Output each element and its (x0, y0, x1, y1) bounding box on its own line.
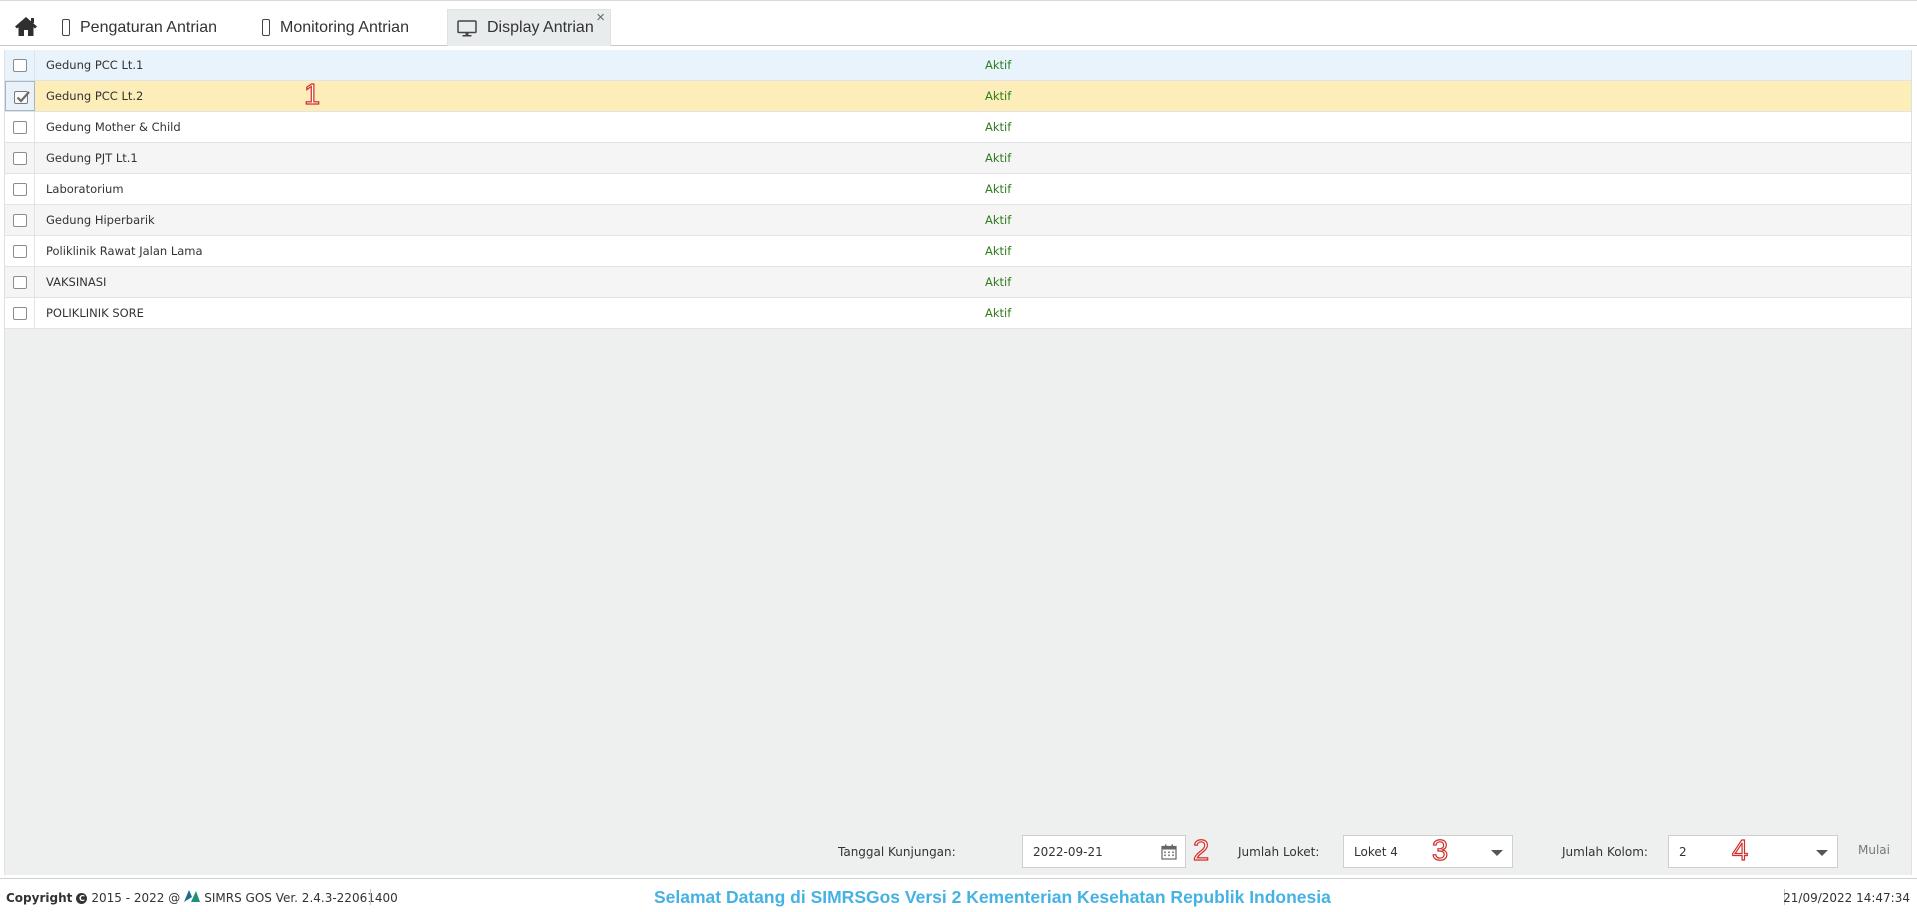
annotation-marker-4: 4 (1731, 835, 1749, 867)
row-checkbox[interactable] (13, 214, 27, 227)
table-row[interactable]: POLIKLINIK SORE Aktif (5, 298, 1911, 329)
annotation-marker-3: 3 (1431, 835, 1449, 867)
app-window: Pengaturan Antrian Monitoring Antrian Di… (0, 0, 1917, 912)
checkmark-icon (16, 91, 30, 103)
status-text: Aktif (985, 306, 1012, 320)
grid-rows: Gedung PCC Lt.1 Aktif Gedung PCC Lt.2 Ak… (5, 50, 1911, 329)
row-checkbox-cell (5, 81, 35, 111)
row-checkbox-cell (5, 174, 35, 204)
row-checkbox[interactable] (13, 183, 27, 196)
home-icon (15, 17, 37, 36)
row-checkbox[interactable] (13, 276, 27, 289)
row-checkbox[interactable] (13, 152, 27, 165)
divider (370, 889, 371, 905)
row-checkbox[interactable] (14, 91, 30, 104)
kolom-label: Jumlah Kolom: (1562, 845, 1648, 859)
copyright: Copyright C 2015 - 2022 @ SIMRS GOS Ver.… (6, 890, 398, 905)
table-row[interactable]: Gedung PCC Lt.1 Aktif (5, 50, 1911, 81)
chevron-down-icon[interactable] (1816, 850, 1828, 856)
kolom-value: 2 (1679, 845, 1687, 859)
annotation-marker-2: 2 (1192, 835, 1210, 867)
home-button[interactable] (14, 15, 38, 37)
datetime-text: 21/09/2022 14:47:34 (1783, 891, 1910, 905)
start-button[interactable]: Mulai (1858, 843, 1890, 857)
mobile-icon (262, 19, 270, 36)
table-row[interactable]: VAKSINASI Aktif (5, 267, 1911, 298)
table-row[interactable]: Gedung PJT Lt.1 Aktif (5, 143, 1911, 174)
location-name: VAKSINASI (46, 275, 107, 289)
copyright-label: Copyright (6, 891, 73, 905)
footer: Copyright C 2015 - 2022 @ SIMRS GOS Ver.… (0, 878, 1917, 912)
row-checkbox[interactable] (13, 121, 27, 134)
tab-label: Pengaturan Antrian (80, 18, 217, 36)
status-text: Aktif (985, 89, 1012, 103)
tab-display-antrian[interactable]: Display Antrian × (447, 9, 611, 46)
row-checkbox-cell (5, 298, 35, 328)
location-name: Gedung PCC Lt.1 (46, 58, 144, 72)
row-checkbox-cell (5, 143, 35, 173)
calendar-button[interactable] (1161, 844, 1177, 860)
row-checkbox[interactable] (13, 59, 27, 72)
location-name: POLIKLINIK SORE (46, 306, 144, 320)
location-name: Gedung PCC Lt.2 (46, 89, 144, 103)
calendar-icon (1161, 844, 1177, 860)
location-name: Laboratorium (46, 182, 124, 196)
row-checkbox-cell (5, 236, 35, 266)
row-checkbox-cell (5, 205, 35, 235)
mobile-icon (62, 19, 70, 36)
row-checkbox-cell (5, 50, 35, 80)
status-text: Aktif (985, 151, 1012, 165)
loket-select[interactable]: Loket 4 (1343, 835, 1513, 868)
annotation-marker-1: 1 (303, 79, 321, 111)
location-name: Gedung Hiperbarik (46, 213, 155, 227)
welcome-message: Selamat Datang di SIMRSGos Versi 2 Kemen… (654, 887, 1331, 907)
location-name: Gedung PJT Lt.1 (46, 151, 138, 165)
table-row[interactable]: Poliklinik Rawat Jalan Lama Aktif (5, 236, 1911, 267)
status-text: Aktif (985, 182, 1012, 196)
tab-label: Display Antrian (487, 19, 594, 36)
location-name: Gedung Mother & Child (46, 120, 181, 134)
loket-label: Jumlah Loket: (1238, 845, 1320, 859)
tanggal-label: Tanggal Kunjungan: (838, 845, 956, 859)
status-text: Aktif (985, 58, 1012, 72)
tab-monitoring-antrian[interactable]: Monitoring Antrian (262, 9, 409, 46)
status-text: Aktif (985, 213, 1012, 227)
tab-label: Monitoring Antrian (280, 18, 409, 36)
row-checkbox-cell (5, 112, 35, 142)
simrs-logo-icon (184, 890, 201, 902)
table-row[interactable]: Gedung PCC Lt.2 Aktif (5, 81, 1911, 112)
chevron-down-icon[interactable] (1491, 850, 1503, 856)
tab-pengaturan-antrian[interactable]: Pengaturan Antrian (62, 9, 217, 46)
table-row[interactable]: Gedung Mother & Child Aktif (5, 112, 1911, 143)
table-row[interactable]: Laboratorium Aktif (5, 174, 1911, 205)
table-row[interactable]: Gedung Hiperbarik Aktif (5, 205, 1911, 236)
copyright-years: 2015 - 2022 @ (91, 891, 181, 905)
row-checkbox[interactable] (13, 307, 27, 320)
location-grid: Gedung PCC Lt.1 Aktif Gedung PCC Lt.2 Ak… (4, 50, 1912, 875)
close-tab-button[interactable]: × (596, 10, 605, 25)
row-checkbox[interactable] (13, 245, 27, 258)
tab-bar: Pengaturan Antrian Monitoring Antrian Di… (0, 0, 1917, 46)
kolom-select[interactable]: 2 (1668, 835, 1838, 868)
status-text: Aktif (985, 120, 1012, 134)
status-text: Aktif (985, 244, 1012, 258)
visit-date-field[interactable]: 2022-09-21 (1022, 835, 1186, 868)
loket-value: Loket 4 (1354, 845, 1398, 859)
copyright-icon: C (76, 892, 88, 904)
version-text: SIMRS GOS Ver. 2.4.3-22061400 (204, 891, 398, 905)
monitor-icon (457, 19, 477, 37)
location-name: Poliklinik Rawat Jalan Lama (46, 244, 203, 258)
visit-date-value: 2022-09-21 (1033, 845, 1103, 859)
status-text: Aktif (985, 275, 1012, 289)
row-checkbox-cell (5, 267, 35, 297)
